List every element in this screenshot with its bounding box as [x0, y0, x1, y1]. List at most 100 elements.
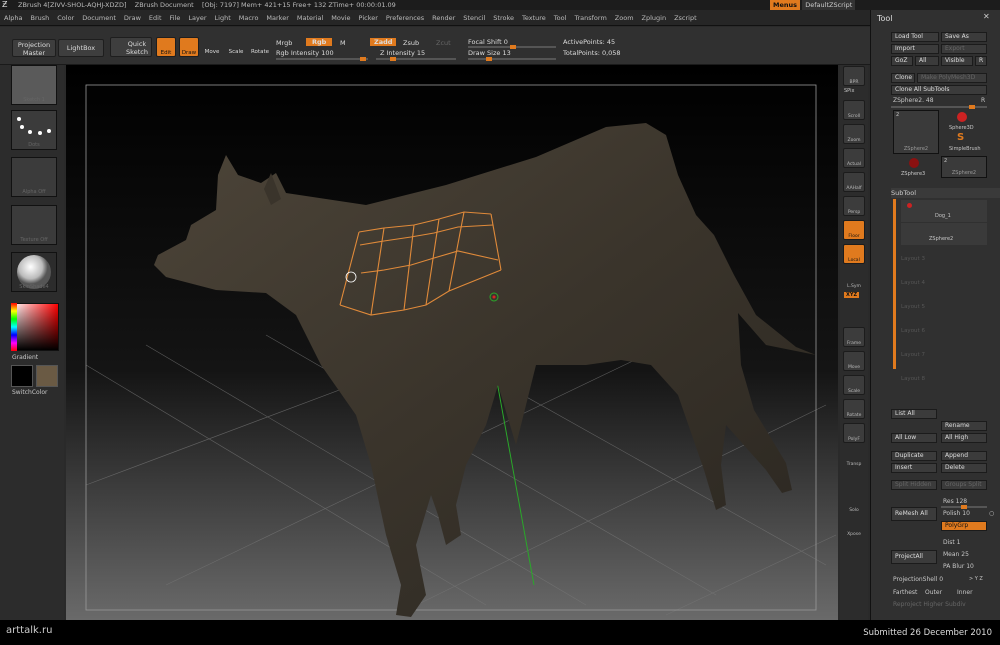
remesh-all-button[interactable]: ReMesh All: [891, 507, 937, 521]
append-button[interactable]: Append: [941, 451, 987, 461]
farthest-button[interactable]: Farthest: [893, 589, 917, 596]
subtool-slot[interactable]: Layout 6: [901, 328, 925, 334]
inner-button[interactable]: Inner: [957, 589, 973, 596]
menu-zplugin[interactable]: Zplugin: [638, 10, 671, 25]
menus-button[interactable]: Menus: [770, 0, 801, 10]
menu-stroke[interactable]: Stroke: [489, 10, 518, 25]
scale-mode-button[interactable]: Scale: [226, 37, 246, 57]
focal-shift-slider[interactable]: [468, 45, 556, 49]
menu-light[interactable]: Light: [211, 10, 235, 25]
import-button[interactable]: Import: [891, 44, 939, 54]
subtool-section-title[interactable]: SubTool: [891, 188, 1000, 198]
load-tool-button[interactable]: Load Tool: [891, 32, 939, 42]
quick-sketch-button[interactable]: Quick Sketch: [110, 37, 152, 57]
menu-transform[interactable]: Transform: [570, 10, 610, 25]
secondary-color-swatch[interactable]: [36, 365, 58, 387]
brush-thumbnail[interactable]: Sketch 1: [11, 65, 57, 105]
transp-button[interactable]: Transp: [843, 449, 865, 469]
zadd-toggle[interactable]: Zadd: [370, 38, 397, 46]
lsym-button[interactable]: L.Sym: [843, 271, 865, 291]
rename-button[interactable]: Rename: [941, 421, 987, 431]
make-polymesh-button[interactable]: Make PolyMesh3D: [917, 73, 987, 83]
all-low-button[interactable]: All Low: [891, 433, 937, 443]
rotate-button[interactable]: Rotate: [843, 399, 865, 419]
alpha-thumbnail[interactable]: Alpha Off: [11, 157, 57, 197]
subtool-slot[interactable]: Layout 7: [901, 352, 925, 358]
menu-material[interactable]: Material: [293, 10, 327, 25]
texture-thumbnail[interactable]: Texture Off: [11, 205, 57, 245]
export-button[interactable]: Export: [941, 44, 987, 54]
canvas-viewport[interactable]: [66, 65, 838, 620]
stroke-thumbnail[interactable]: Dots: [11, 110, 57, 150]
zoom-button[interactable]: Zoom: [843, 124, 865, 144]
split-hidden-button[interactable]: Split Hidden: [891, 480, 937, 490]
switchcolor-button[interactable]: SwitchColor: [12, 389, 48, 396]
gradient-label[interactable]: Gradient: [12, 354, 38, 361]
list-all-button[interactable]: List All: [891, 409, 937, 419]
menu-render[interactable]: Render: [428, 10, 459, 25]
move-button[interactable]: Move: [843, 351, 865, 371]
res-slider[interactable]: [941, 505, 987, 509]
menu-movie[interactable]: Movie: [327, 10, 354, 25]
menu-picker[interactable]: Picker: [355, 10, 382, 25]
r-button[interactable]: R: [975, 56, 987, 66]
outer-button[interactable]: Outer: [925, 589, 942, 596]
menu-texture[interactable]: Texture: [518, 10, 550, 25]
visible-button[interactable]: Visible: [941, 56, 973, 66]
menu-document[interactable]: Document: [78, 10, 120, 25]
save-as-button[interactable]: Save As: [941, 32, 987, 42]
menu-file[interactable]: File: [166, 10, 185, 25]
menu-preferences[interactable]: Preferences: [382, 10, 428, 25]
dog-model-canvas[interactable]: [66, 65, 838, 620]
all-button[interactable]: All: [915, 56, 939, 66]
scale-button[interactable]: Scale: [843, 375, 865, 395]
menu-color[interactable]: Color: [53, 10, 78, 25]
projection-master-button[interactable]: Projection Master: [12, 39, 56, 57]
local-button[interactable]: Local: [843, 244, 865, 264]
zcut-toggle[interactable]: Zcut: [436, 39, 451, 47]
menu-edit[interactable]: Edit: [145, 10, 166, 25]
persp-button[interactable]: Persp: [843, 196, 865, 216]
aahalf-button[interactable]: AAHalf: [843, 172, 865, 192]
main-color-swatch[interactable]: [11, 365, 33, 387]
zsub-toggle[interactable]: Zsub: [403, 39, 419, 47]
tool-thumb-zsphere2[interactable]: 2 ZSphere2: [893, 110, 939, 154]
rgb-intensity-slider[interactable]: [276, 57, 368, 61]
goz-button[interactable]: GoZ: [891, 56, 913, 66]
subtool-item-dog[interactable]: Dog_1: [901, 200, 987, 222]
subtool-scrollbar[interactable]: [893, 199, 896, 369]
groups-split-button[interactable]: Groups Split: [941, 480, 987, 490]
subtool-item-zsphere2[interactable]: ZSphere2: [901, 223, 987, 245]
draw-mode-button[interactable]: Draw: [179, 37, 199, 57]
delete-button[interactable]: Delete: [941, 463, 987, 473]
r-toggle[interactable]: R: [981, 97, 985, 104]
mrgb-toggle[interactable]: Mrgb: [276, 39, 292, 47]
lightbox-button[interactable]: LightBox: [58, 39, 104, 57]
insert-button[interactable]: Insert: [891, 463, 937, 473]
zsphere3-icon[interactable]: [909, 158, 919, 168]
xpose-button[interactable]: Xpose: [843, 519, 865, 539]
reproject-higher-subdiv-button[interactable]: Reproject Higher Subdiv: [893, 601, 966, 608]
menu-alpha[interactable]: Alpha: [0, 10, 26, 25]
clone-button[interactable]: Clone: [891, 73, 915, 83]
clone-all-subtools-button[interactable]: Clone All SubTools: [891, 85, 987, 95]
menu-zscript[interactable]: Zscript: [670, 10, 701, 25]
m-toggle[interactable]: M: [340, 39, 346, 47]
polish-toggle-icon[interactable]: ○: [989, 510, 994, 517]
axis-toggles[interactable]: > Y Z: [969, 576, 983, 582]
xyz-button[interactable]: XYZ: [844, 292, 860, 298]
menu-draw[interactable]: Draw: [120, 10, 145, 25]
rgb-toggle[interactable]: Rgb: [306, 38, 333, 46]
simplebrush-icon[interactable]: S: [957, 132, 964, 143]
default-zscript-button[interactable]: DefaultZScript: [802, 0, 856, 10]
duplicate-button[interactable]: Duplicate: [891, 451, 937, 461]
subtool-slot[interactable]: Layout 3: [901, 256, 925, 262]
color-picker[interactable]: [11, 303, 59, 351]
sphere3d-icon[interactable]: [957, 112, 967, 122]
solo-button[interactable]: Solo: [843, 495, 865, 515]
spix-label[interactable]: SPix: [844, 88, 854, 94]
menu-marker[interactable]: Marker: [262, 10, 292, 25]
floor-button[interactable]: Floor: [843, 220, 865, 240]
edit-mode-button[interactable]: Edit: [156, 37, 176, 57]
menu-tool[interactable]: Tool: [550, 10, 571, 25]
